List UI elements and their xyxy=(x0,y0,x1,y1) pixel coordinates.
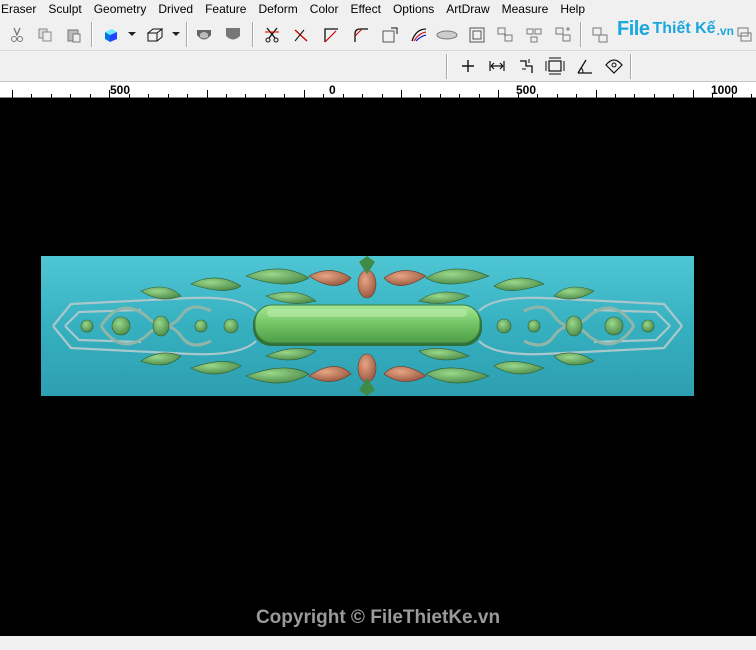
ruler-label: 500 xyxy=(516,83,537,97)
measure-radius-icon[interactable] xyxy=(603,55,625,77)
chevron-down-icon[interactable] xyxy=(172,32,180,36)
menu-color[interactable]: Color xyxy=(304,0,345,18)
wireframe-cube-icon[interactable] xyxy=(144,24,166,46)
measure-angle-icon[interactable] xyxy=(574,55,596,77)
ruler-label: 500 xyxy=(110,83,131,97)
ungroup-icon[interactable] xyxy=(523,24,545,46)
measure-distance-icon[interactable] xyxy=(486,55,508,77)
logo-tld-text: .vn xyxy=(716,24,734,38)
box-corner-icon[interactable] xyxy=(379,24,401,46)
menu-feature[interactable]: Feature xyxy=(199,0,252,18)
toolbar-separator xyxy=(252,22,254,47)
3d-viewport[interactable]: Copyright © FileThietKe.vn xyxy=(0,98,756,636)
corner-round-icon[interactable] xyxy=(350,24,372,46)
measure-step-icon[interactable] xyxy=(516,55,538,77)
crosshair-icon[interactable] xyxy=(457,55,479,77)
copy-icon[interactable] xyxy=(34,24,56,46)
toolbar-separator xyxy=(630,54,632,79)
ruler-label: 0 xyxy=(329,83,336,97)
duplicate-icon[interactable] xyxy=(589,24,611,46)
line-tool-icon[interactable] xyxy=(290,24,312,46)
color-cube-icon[interactable] xyxy=(100,24,122,46)
menu-geometry[interactable]: Geometry xyxy=(88,0,153,18)
logo-file-text: File xyxy=(617,17,650,40)
menu-drived[interactable]: Drived xyxy=(152,0,199,18)
copyright-text: Copyright © FileThietKe.vn xyxy=(255,607,501,628)
toolbar-separator xyxy=(580,22,582,47)
toolbar-separator xyxy=(186,22,188,47)
cut-icon[interactable] xyxy=(6,24,28,46)
measure-toolbar xyxy=(0,51,756,82)
ellipse-icon[interactable] xyxy=(436,24,458,46)
brand-logo: File Thiết Kế .vn xyxy=(617,16,747,42)
shield-icon[interactable] xyxy=(222,24,244,46)
ruler-label: 1000 xyxy=(711,83,738,97)
frame-icon[interactable] xyxy=(466,24,488,46)
status-bar xyxy=(0,636,756,650)
measure-box-icon[interactable] xyxy=(544,55,566,77)
chevron-down-icon[interactable] xyxy=(128,32,136,36)
menu-eraser[interactable]: Eraser xyxy=(0,0,42,18)
horizontal-ruler: 500 0 500 1000 xyxy=(0,82,756,98)
carved-panel-render xyxy=(41,256,694,396)
menu-options[interactable]: Options xyxy=(387,0,440,18)
menu-sculpt[interactable]: Sculpt xyxy=(42,0,87,18)
paste-icon[interactable] xyxy=(63,24,85,46)
group-icon[interactable] xyxy=(494,24,516,46)
toolbar-separator xyxy=(446,54,448,79)
corner-icon[interactable] xyxy=(320,24,342,46)
scissors-curve-icon[interactable] xyxy=(261,24,283,46)
dome-icon[interactable] xyxy=(193,24,215,46)
align-icon[interactable] xyxy=(552,24,574,46)
menu-artdraw[interactable]: ArtDraw xyxy=(440,0,495,18)
menu-effect[interactable]: Effect xyxy=(344,0,386,18)
arc-tool-icon[interactable] xyxy=(408,24,430,46)
logo-rest-text: Thiết Kế xyxy=(652,20,716,37)
toolbar-separator xyxy=(91,22,93,47)
menu-help[interactable]: Help xyxy=(554,0,591,18)
menu-measure[interactable]: Measure xyxy=(496,0,555,18)
menu-deform[interactable]: Deform xyxy=(252,0,303,18)
carved-panel xyxy=(41,256,694,396)
